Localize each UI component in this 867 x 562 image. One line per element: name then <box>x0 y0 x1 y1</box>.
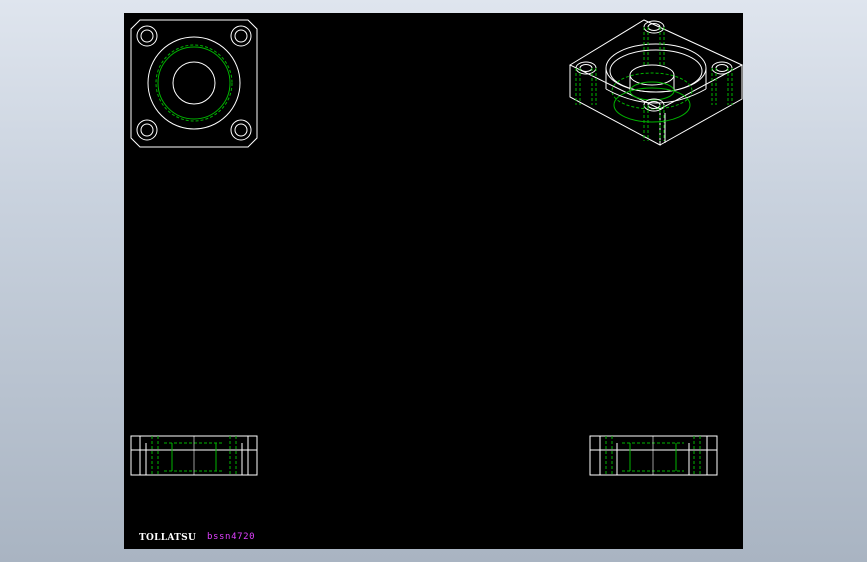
drawing-canvas <box>130 19 743 476</box>
bolt-hole <box>136 25 158 47</box>
iso-bolt-holes <box>575 20 733 141</box>
bolt-hole-inner <box>234 123 248 137</box>
hidden-bore-circle <box>155 44 233 122</box>
company-logo: TOLLATSU <box>139 532 196 544</box>
model-number: bssn4720 <box>207 531 255 543</box>
iso-boss-ellipse-inner <box>609 49 703 93</box>
isometric-view <box>568 19 743 146</box>
side-view-outline <box>589 435 718 476</box>
iso-bolt-hole <box>575 61 597 75</box>
top-view-outline <box>130 19 258 148</box>
logo-text: TOLLATSU <box>139 533 197 543</box>
inner-bore-circle <box>172 61 216 105</box>
iso-bolt-hole <box>643 20 665 34</box>
iso-bolt-hole <box>711 61 733 75</box>
bolt-hole-inner <box>140 123 154 137</box>
side-view <box>589 435 718 476</box>
drawing-sheet: TOLLATSU bssn4720 <box>124 13 743 549</box>
iso-left-face <box>569 65 661 146</box>
hidden-bore-circle <box>157 46 231 120</box>
bolt-hole-inner <box>234 29 248 43</box>
bolt-hole <box>136 119 158 141</box>
corner-holes <box>136 25 252 141</box>
top-view <box>130 19 258 148</box>
iso-right-face <box>659 65 743 146</box>
outer-boss-circle <box>147 36 241 130</box>
bolt-hole <box>230 25 252 47</box>
bolt-hole <box>230 119 252 141</box>
model-text: bssn4720 <box>207 532 256 542</box>
bolt-hole-inner <box>140 29 154 43</box>
front-view <box>130 435 258 476</box>
